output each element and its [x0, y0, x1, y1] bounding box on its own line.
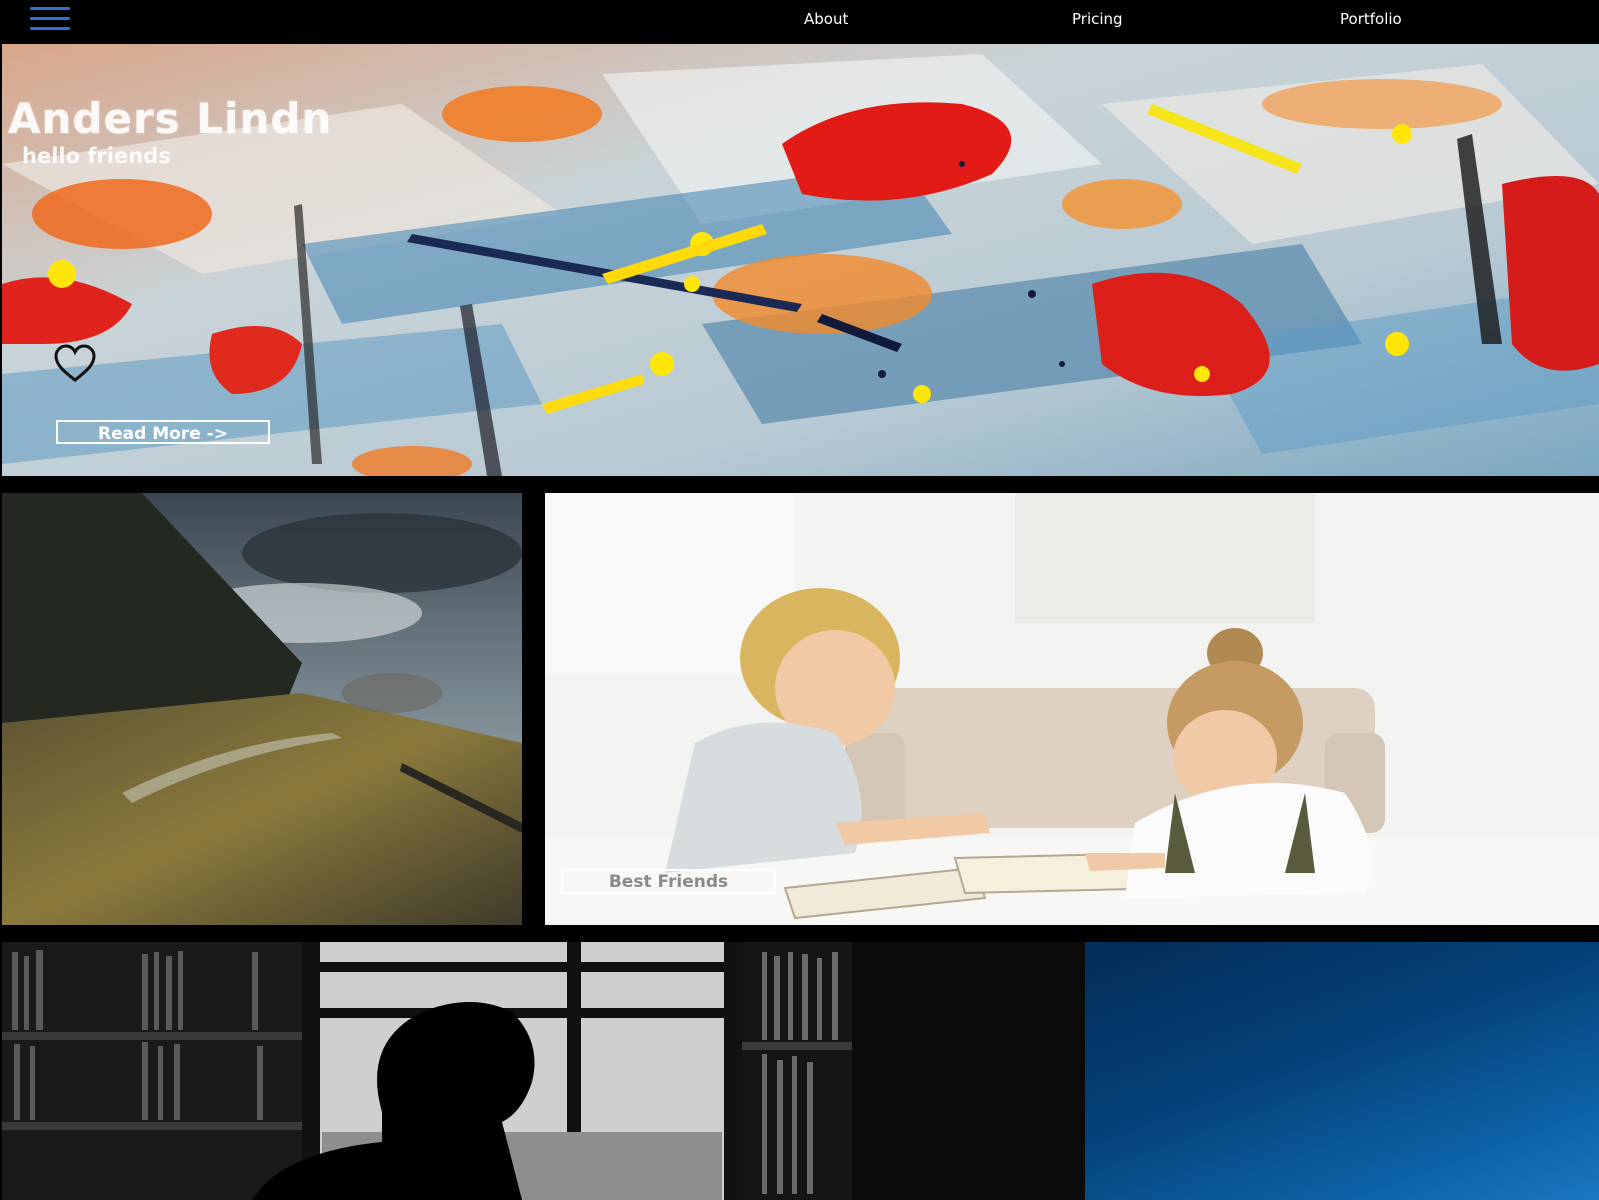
nav-link-portfolio[interactable]: Portfolio	[1340, 10, 1402, 28]
heart-icon[interactable]	[52, 344, 98, 384]
forest-image	[2, 493, 522, 925]
top-nav: About Pricing Portfolio	[0, 0, 1599, 44]
gallery-tile-forest[interactable]	[2, 493, 522, 925]
hero-title: Anders Lindn	[8, 94, 333, 143]
kids-image	[545, 493, 1599, 925]
library-image	[2, 942, 1085, 1200]
gallery-tile-kids[interactable]: Best Friends	[545, 493, 1599, 925]
hero-banner: Anders Lindn hello friends Read More ->	[2, 44, 1599, 476]
gallery-tile-library[interactable]	[2, 942, 1085, 1200]
hero-subtitle: hello friends	[22, 144, 171, 168]
hamburger-menu-icon[interactable]	[30, 5, 70, 33]
nav-link-about[interactable]: About	[804, 10, 848, 28]
best-friends-button[interactable]: Best Friends	[561, 869, 776, 894]
read-more-button[interactable]: Read More ->	[56, 420, 270, 444]
page: About Pricing Portfolio Anders Lindn hel…	[0, 0, 1599, 1200]
gallery-tile-blue-sky[interactable]	[1085, 942, 1599, 1200]
nav-link-pricing[interactable]: Pricing	[1072, 10, 1123, 28]
